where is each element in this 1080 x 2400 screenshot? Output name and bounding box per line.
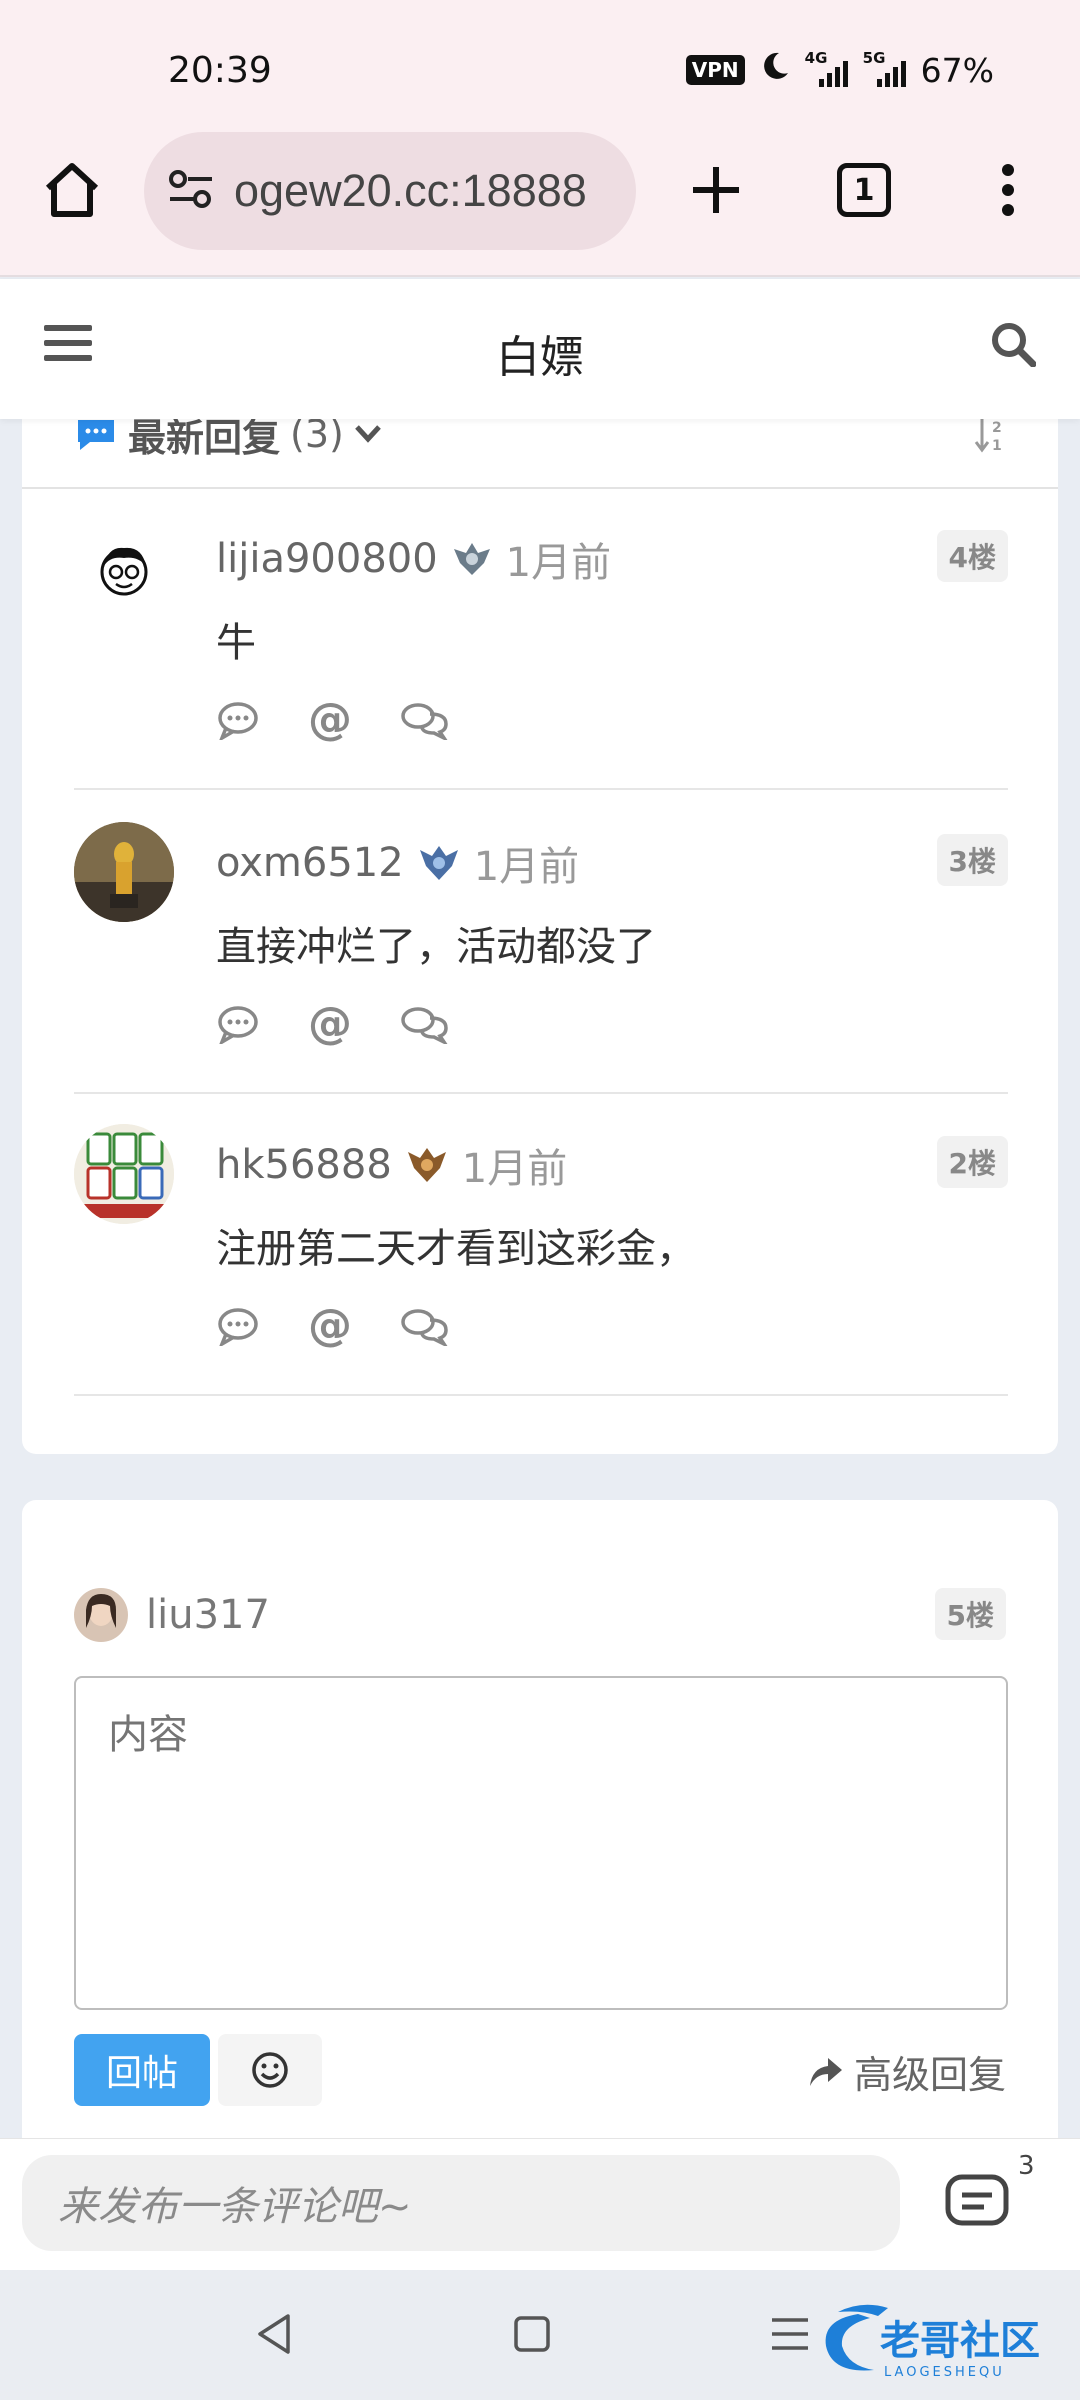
reply-meta: hk56888 1月前 [216, 1136, 567, 1194]
compose-user: liu317 [74, 1588, 270, 1642]
back-triangle-icon [258, 2314, 290, 2354]
rank-badge-icon [453, 543, 490, 575]
page-title: 白嫖 [496, 332, 584, 383]
tabs-button[interactable]: 1 [824, 150, 904, 230]
site-header: 白嫖 [0, 279, 1080, 419]
floor-badge: 3楼 [936, 834, 1008, 886]
post-time: 1月前 [505, 540, 612, 586]
replies-heading[interactable]: 最新回复 (3) 21 [74, 412, 1006, 460]
username[interactable]: oxm6512 [216, 840, 404, 886]
menu-lines-icon [772, 2318, 808, 2350]
status-icons: VPN 4G 5G 67% [685, 49, 994, 90]
avatar[interactable] [74, 518, 174, 618]
comment-placeholder: 来发布一条评论吧~ [58, 2184, 412, 2230]
more-vert-icon [1002, 164, 1014, 216]
floor-badge: 2楼 [936, 1136, 1008, 1188]
reply-actions: @ [216, 698, 450, 742]
reply-meta: lijia900800 1月前 [216, 530, 611, 588]
home-icon [45, 163, 99, 217]
floor-badge: 4楼 [936, 530, 1008, 582]
replies-card: 最新回复 (3) 21 lijia900800 1月前 4楼 牛 @ oxm65… [22, 400, 1058, 1454]
plus-icon [693, 167, 739, 213]
quote-reply-icon[interactable] [400, 1306, 450, 1346]
moon-icon [759, 50, 791, 90]
avatar[interactable] [74, 1588, 128, 1642]
square-icon [514, 2316, 550, 2352]
reply-button[interactable]: 回帖 [74, 2034, 210, 2106]
comment-count: 3 [1018, 2151, 1035, 2181]
compose-username: liu317 [146, 1592, 270, 1638]
browser-chrome: 20:39 VPN 4G 5G 67% ogew20.cc:18888 1 [0, 0, 1080, 277]
smiley-icon [252, 2052, 288, 2088]
avatar[interactable] [74, 1124, 174, 1224]
floor-badge: 5楼 [934, 1588, 1006, 1640]
reply-content: 直接冲烂了，活动都没了 [216, 924, 656, 970]
reply-actions: @ [216, 1002, 450, 1046]
back-nav-button[interactable] [254, 2312, 294, 2360]
username[interactable]: hk56888 [216, 1142, 392, 1188]
mention-icon[interactable]: @ [308, 698, 352, 742]
menu-nav-button[interactable] [770, 2312, 810, 2360]
avatar[interactable] [74, 822, 174, 922]
comment-bar: 来发布一条评论吧~ 3 [0, 2138, 1080, 2270]
watermark-text: 老哥社区 [880, 2318, 1040, 2364]
mention-icon[interactable]: @ [308, 1304, 352, 1348]
chevron-down-icon [355, 425, 381, 443]
reply-item: hk56888 1月前 2楼 注册第二天才看到这彩金， @ [74, 1094, 1008, 1396]
sort-button[interactable]: 21 [974, 414, 1006, 463]
search-button[interactable] [990, 321, 1037, 371]
comment-icon[interactable] [216, 700, 260, 740]
compose-card: liu317 5楼 回帖 高级回复 [22, 1500, 1058, 2140]
username[interactable]: lijia900800 [216, 536, 438, 582]
comment-icon[interactable] [216, 1306, 260, 1346]
reply-item: lijia900800 1月前 4楼 牛 @ [74, 488, 1008, 790]
reply-item: oxm6512 1月前 3楼 直接冲烂了，活动都没了 @ [74, 792, 1008, 1094]
watermark-subtext: LAOGESHEQU [884, 2365, 1005, 2380]
home-nav-button[interactable] [512, 2312, 552, 2360]
reply-content: 注册第二天才看到这彩金， [216, 1226, 696, 1272]
reply-actions: @ [216, 1304, 450, 1348]
mention-icon[interactable]: @ [308, 1002, 352, 1046]
quote-reply-icon[interactable] [400, 1004, 450, 1044]
share-arrow-icon [809, 2057, 842, 2086]
comments-icon [945, 2174, 1009, 2226]
tab-count: 1 [837, 163, 891, 217]
address-bar[interactable]: ogew20.cc:18888 [144, 132, 636, 250]
advanced-reply-link[interactable]: 高级回复 [808, 2044, 1006, 2099]
signal-5g-icon: 5G [863, 49, 907, 87]
search-icon [992, 323, 1037, 368]
system-nav-bar: 老哥社区 LAOGESHEQU [0, 2270, 1080, 2400]
svg-text:1: 1 [992, 438, 1002, 454]
svg-text:2: 2 [992, 420, 1002, 436]
advanced-reply-label: 高级回复 [853, 2053, 1006, 2097]
content-field[interactable] [74, 1676, 1008, 2010]
browser-menu-button[interactable] [968, 150, 1048, 230]
post-time: 1月前 [461, 1146, 568, 1192]
site-settings-icon[interactable] [166, 167, 216, 215]
new-tab-button[interactable] [676, 150, 756, 230]
reply-meta: oxm6512 1月前 [216, 834, 579, 892]
watermark-logo: 老哥社区 LAOGESHEQU [825, 2304, 1040, 2380]
rank-badge-icon [419, 846, 458, 880]
emoji-button[interactable] [218, 2034, 322, 2106]
url-text: ogew20.cc:18888 [234, 165, 587, 216]
comments-button[interactable] [944, 2173, 1010, 2239]
battery-level: 67% [920, 50, 994, 90]
vpn-badge: VPN [685, 55, 745, 85]
chat-bubble-icon [78, 420, 114, 450]
signal-4g-icon: 4G [805, 49, 849, 87]
quote-reply-icon[interactable] [400, 700, 450, 740]
sort-icon: 21 [974, 418, 1002, 454]
comment-icon[interactable] [216, 1004, 260, 1044]
reply-content: 牛 [216, 620, 256, 666]
home-button[interactable] [32, 150, 112, 230]
status-time: 20:39 [168, 50, 272, 91]
rank-badge-icon [407, 1148, 446, 1182]
post-time: 1月前 [473, 844, 580, 890]
comment-input[interactable]: 来发布一条评论吧~ [22, 2155, 900, 2251]
